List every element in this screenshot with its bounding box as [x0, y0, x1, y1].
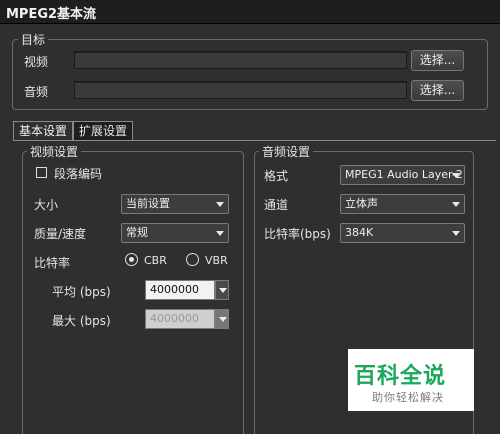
- chevron-down-icon: [452, 202, 460, 207]
- quality-label: 质量/速度: [34, 227, 87, 241]
- browse-audio-button[interactable]: 选择...: [411, 80, 464, 101]
- window-title: MPEG2基本流: [6, 7, 97, 22]
- audio-format-value: MPEG1 Audio Layer-2: [345, 168, 463, 181]
- chevron-down-icon: [452, 173, 460, 178]
- audio-settings-legend: 音频设置: [259, 143, 314, 160]
- cbr-radio[interactable]: [125, 253, 138, 266]
- title-bar[interactable]: MPEG2基本流: [0, 0, 500, 24]
- size-label: 大小: [34, 198, 59, 212]
- bitrate-label: 比特率: [34, 256, 71, 270]
- audio-label: 音频: [24, 85, 49, 99]
- audio-path-field[interactable]: [74, 81, 407, 99]
- tab-advanced-settings[interactable]: 扩展设置: [73, 121, 133, 141]
- chevron-down-icon: [216, 231, 224, 236]
- watermark-title: 百科全说: [354, 364, 447, 389]
- tab-panel-border: [13, 140, 496, 141]
- watermark-logo: 百科全说 助你轻松解决: [348, 349, 474, 411]
- quality-select[interactable]: 常规: [121, 223, 229, 243]
- video-path-field[interactable]: [74, 51, 407, 69]
- segment-encode-label: 段落编码: [54, 167, 103, 181]
- avg-bitrate-dropdown[interactable]: [215, 280, 229, 300]
- quality-select-value: 常规: [126, 226, 148, 239]
- vbr-label: VBR: [205, 254, 228, 267]
- size-select[interactable]: 当前设置: [121, 194, 229, 214]
- chevron-down-icon: [452, 231, 460, 236]
- size-select-value: 当前设置: [126, 197, 170, 210]
- tab-basic-settings[interactable]: 基本设置: [13, 121, 73, 141]
- audio-bitrate-value: 384K: [345, 226, 374, 239]
- channel-label: 通道: [264, 198, 289, 212]
- chevron-down-icon: [219, 317, 227, 322]
- video-settings-legend: 视频设置: [27, 143, 82, 160]
- max-bitrate-input: 4000000: [145, 309, 215, 329]
- target-legend: 目标: [18, 31, 49, 48]
- video-label: 视频: [24, 55, 49, 69]
- max-bitrate-dropdown: [215, 309, 229, 329]
- audio-channel-value: 立体声: [345, 197, 378, 210]
- format-label: 格式: [264, 169, 289, 183]
- chevron-down-icon: [219, 288, 227, 293]
- cbr-label: CBR: [144, 254, 167, 267]
- avg-bitrate-label: 平均 (bps): [52, 285, 111, 299]
- audio-bitrate-select[interactable]: 384K: [340, 223, 465, 243]
- chevron-down-icon: [216, 202, 224, 207]
- max-bitrate-label: 最大 (bps): [52, 314, 111, 328]
- segment-encode-checkbox[interactable]: [36, 167, 47, 178]
- audio-format-select[interactable]: MPEG1 Audio Layer-2: [340, 165, 465, 185]
- audio-channel-select[interactable]: 立体声: [340, 194, 465, 214]
- vbr-radio[interactable]: [186, 253, 199, 266]
- avg-bitrate-input[interactable]: 4000000: [145, 280, 215, 300]
- audio-bitrate-label: 比特率(bps): [264, 227, 331, 241]
- watermark-subtitle: 助你轻松解决: [372, 391, 444, 404]
- browse-video-button[interactable]: 选择...: [411, 50, 464, 71]
